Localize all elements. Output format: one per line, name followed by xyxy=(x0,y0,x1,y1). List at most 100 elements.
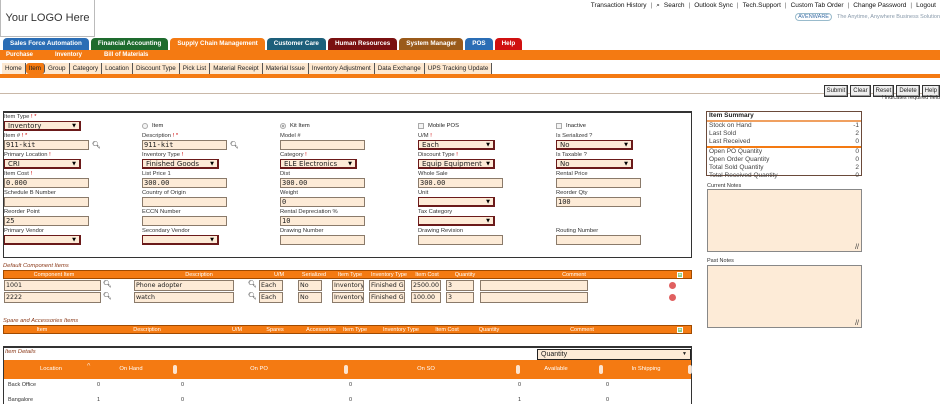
menu-tab-pick-list[interactable]: Pick List xyxy=(179,63,211,74)
submit-button[interactable]: Submit xyxy=(823,85,849,97)
component-quantity-input[interactable]: 3 xyxy=(446,280,474,291)
search-icon[interactable]: 🔍︎ xyxy=(248,292,257,300)
column-header-in-shipping[interactable]: In Shipping xyxy=(631,366,660,372)
module-tab-pos[interactable]: POS xyxy=(465,38,493,50)
sort-ascending-icon[interactable]: ^ xyxy=(87,363,91,372)
checkbox[interactable] xyxy=(418,123,424,129)
component-comment-input[interactable] xyxy=(480,292,588,303)
menu-tab-home[interactable]: Home xyxy=(2,63,26,74)
module-tab-human-resources[interactable]: Human Resources xyxy=(327,38,398,50)
rental-price-input[interactable] xyxy=(556,178,641,188)
menu-tab-material-issue[interactable]: Material Issue xyxy=(262,63,309,74)
menu-tab-category[interactable]: Category xyxy=(69,63,103,74)
column-header-on-hand[interactable]: On Hand xyxy=(119,366,142,372)
radio-button[interactable] xyxy=(280,123,286,129)
search-icon[interactable]: 🔍︎ xyxy=(103,280,112,288)
sort-icon[interactable] xyxy=(688,365,692,374)
component-inventory-type-input[interactable]: Finished Goods xyxy=(369,280,405,291)
remove-row-icon[interactable] xyxy=(669,294,676,301)
component-serialized-input[interactable]: No xyxy=(298,280,322,291)
column-header-on-po[interactable]: On PO xyxy=(250,366,268,372)
link-tech-support[interactable]: Tech.Support xyxy=(743,2,781,10)
menu-tab-ups-tracking-update[interactable]: UPS Tracking Update xyxy=(424,63,493,74)
item-input[interactable]: 911-kit xyxy=(4,140,89,150)
discount-type-select[interactable]: Equip Equipment xyxy=(418,159,495,169)
component-u-m-input[interactable]: Each xyxy=(259,280,283,291)
country-of-origin-input[interactable] xyxy=(142,197,227,207)
menu-tab-location[interactable]: Location xyxy=(102,63,133,74)
menu-tab-inventory-adjustment[interactable]: Inventory Adjustment xyxy=(308,63,375,74)
eccn-number-input[interactable] xyxy=(142,216,227,226)
menu-tab-discount-type[interactable]: Discount Type xyxy=(132,63,180,74)
menu-tab-group[interactable]: Group xyxy=(45,63,70,74)
module-tab-financial-accounting[interactable]: Financial Accounting xyxy=(90,38,169,50)
link-search[interactable]: Search xyxy=(664,2,685,10)
list-price-1-input[interactable]: 300.00 xyxy=(142,178,227,188)
unit-select[interactable] xyxy=(418,197,495,207)
item-cost-input[interactable]: 0.000 xyxy=(4,178,89,188)
submodule-inventory[interactable]: Inventory xyxy=(55,50,82,60)
component-quantity-input[interactable]: 3 xyxy=(446,292,474,303)
checkbox[interactable] xyxy=(556,123,562,129)
menu-tab-material-receipt[interactable]: Material Receipt xyxy=(210,63,263,74)
primary-vendor-select[interactable] xyxy=(4,235,81,245)
search-icon[interactable]: 🔍︎ xyxy=(103,292,112,300)
link-transaction-history[interactable]: Transaction History xyxy=(591,2,647,10)
details-view-select[interactable]: Quantity xyxy=(537,349,691,360)
dist-input[interactable]: 300.00 xyxy=(280,178,365,188)
component-inventory-type-input[interactable]: Finished Goods xyxy=(369,292,405,303)
column-header-on-so[interactable]: On SO xyxy=(417,366,435,372)
reorder-qty-input[interactable]: 100 xyxy=(556,197,641,207)
add-row-icon[interactable]: + xyxy=(677,272,683,278)
component-item-cost-input[interactable]: 2500.00 xyxy=(411,280,441,291)
link-custom-tab-order[interactable]: Custom Tab Order xyxy=(791,2,844,10)
component-comment-input[interactable] xyxy=(480,280,588,291)
item-option[interactable]: Item xyxy=(142,123,280,129)
routing-number-input[interactable] xyxy=(556,235,641,245)
component-item-cost-input[interactable]: 100.00 xyxy=(411,292,441,303)
inactive-option[interactable]: Inactive xyxy=(556,123,694,129)
radio-button[interactable] xyxy=(142,123,148,129)
model-input[interactable] xyxy=(280,140,365,150)
column-header-location[interactable]: Location xyxy=(40,366,62,372)
sort-icon[interactable] xyxy=(344,365,348,374)
module-tab-sales-force-automation[interactable]: Sales Force Automation xyxy=(3,38,89,50)
link-change-password[interactable]: Change Password xyxy=(853,2,906,10)
u-m-select[interactable]: Each xyxy=(418,140,495,150)
drawing-number-input[interactable] xyxy=(280,235,365,245)
component-description-input[interactable]: Phone adopter xyxy=(134,280,234,291)
past-notes-textarea[interactable] xyxy=(707,265,862,328)
primary-location-select[interactable]: CRI xyxy=(4,159,81,169)
module-tab-supply-chain-management[interactable]: Supply Chain Management xyxy=(170,38,265,50)
secondary-vendor-select[interactable] xyxy=(142,235,219,245)
is-taxable-select[interactable]: No xyxy=(556,159,633,169)
category-select[interactable]: ELE Electronics xyxy=(280,159,357,169)
menu-tab-item[interactable]: Item xyxy=(25,63,46,74)
add-row-icon[interactable]: + xyxy=(677,327,683,333)
item-type-select[interactable]: Inventory xyxy=(4,121,81,131)
menu-tab-data-exchange[interactable]: Data Exchange xyxy=(374,63,425,74)
rental-depreciation-input[interactable]: 10 xyxy=(280,216,365,226)
drawing-revision-input[interactable] xyxy=(418,235,503,245)
component-description-input[interactable]: watch xyxy=(134,292,234,303)
module-tab-customer-care[interactable]: Customer Care xyxy=(266,38,326,50)
search-icon[interactable]: 🔍︎ xyxy=(248,280,257,288)
component-item-type-input[interactable]: Inventory xyxy=(332,280,364,291)
submodule-purchase[interactable]: Purchase xyxy=(6,50,33,60)
link-outlook-sync[interactable]: Outlook Sync xyxy=(694,2,733,10)
component-item-type-input[interactable]: Inventory xyxy=(332,292,364,303)
mobile-pos-option[interactable]: Mobile POS xyxy=(418,123,556,129)
link-logout[interactable]: Logout xyxy=(916,2,936,10)
remove-row-icon[interactable] xyxy=(669,282,676,289)
submodule-bill-of-materials[interactable]: Bill of Materials xyxy=(104,50,148,60)
schedule-b-number-input[interactable] xyxy=(4,197,89,207)
tax-category-select[interactable] xyxy=(418,216,495,226)
description-input[interactable]: 911-kit xyxy=(142,140,227,150)
component-serialized-input[interactable]: No xyxy=(298,292,322,303)
kit-item-option[interactable]: Kit Item xyxy=(280,123,418,129)
reorder-point-input[interactable]: 25 xyxy=(4,216,89,226)
component-component-item-input[interactable]: 2222 xyxy=(4,292,101,303)
module-tab-system-manager[interactable]: System Manager xyxy=(399,38,464,50)
sort-icon[interactable] xyxy=(516,365,520,374)
weight-input[interactable]: 0 xyxy=(280,197,365,207)
